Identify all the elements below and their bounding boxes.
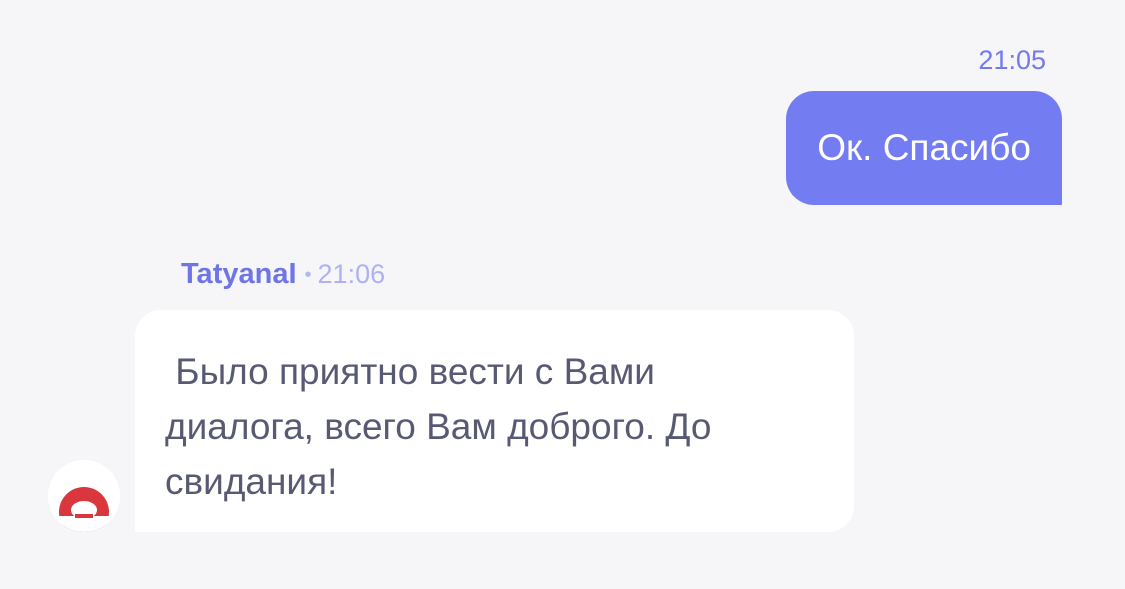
outgoing-message-bubble: Ок. Спасибо: [786, 91, 1062, 205]
operator-logo-icon: [48, 460, 120, 532]
meta-separator-dot: •: [304, 264, 312, 287]
message-author-name: TatyanaI: [181, 258, 297, 290]
outgoing-message-time: 21:05: [978, 45, 1046, 75]
incoming-message-time: 21:06: [317, 259, 386, 289]
incoming-message-meta: TatyanaI • 21:06: [181, 256, 385, 293]
incoming-message-bubble: Было приятно вести с Вами диалога, всего…: [135, 310, 854, 532]
operator-avatar: [48, 460, 120, 532]
